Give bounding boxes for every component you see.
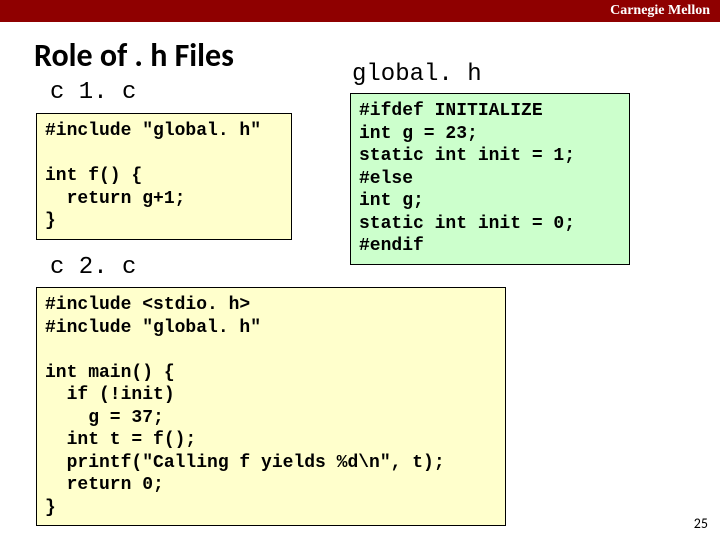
file-label-globalh: global. h xyxy=(352,61,482,88)
institution-label: Carnegie Mellon xyxy=(610,3,710,19)
header-bar: Carnegie Mellon xyxy=(0,0,720,22)
code-box-c1: #include "global. h" int f() { return g+… xyxy=(36,113,292,240)
code-box-globalh: #ifdef INITIALIZE int g = 23; static int… xyxy=(350,93,630,265)
code-box-c2: #include <stdio. h> #include "global. h"… xyxy=(36,287,506,526)
file-label-c1: c 1. c xyxy=(50,79,136,106)
page-number: 25 xyxy=(694,515,708,532)
file-label-c2: c 2. c xyxy=(50,254,136,281)
slide: Carnegie Mellon Role of . h Files c 1. c… xyxy=(0,0,720,540)
